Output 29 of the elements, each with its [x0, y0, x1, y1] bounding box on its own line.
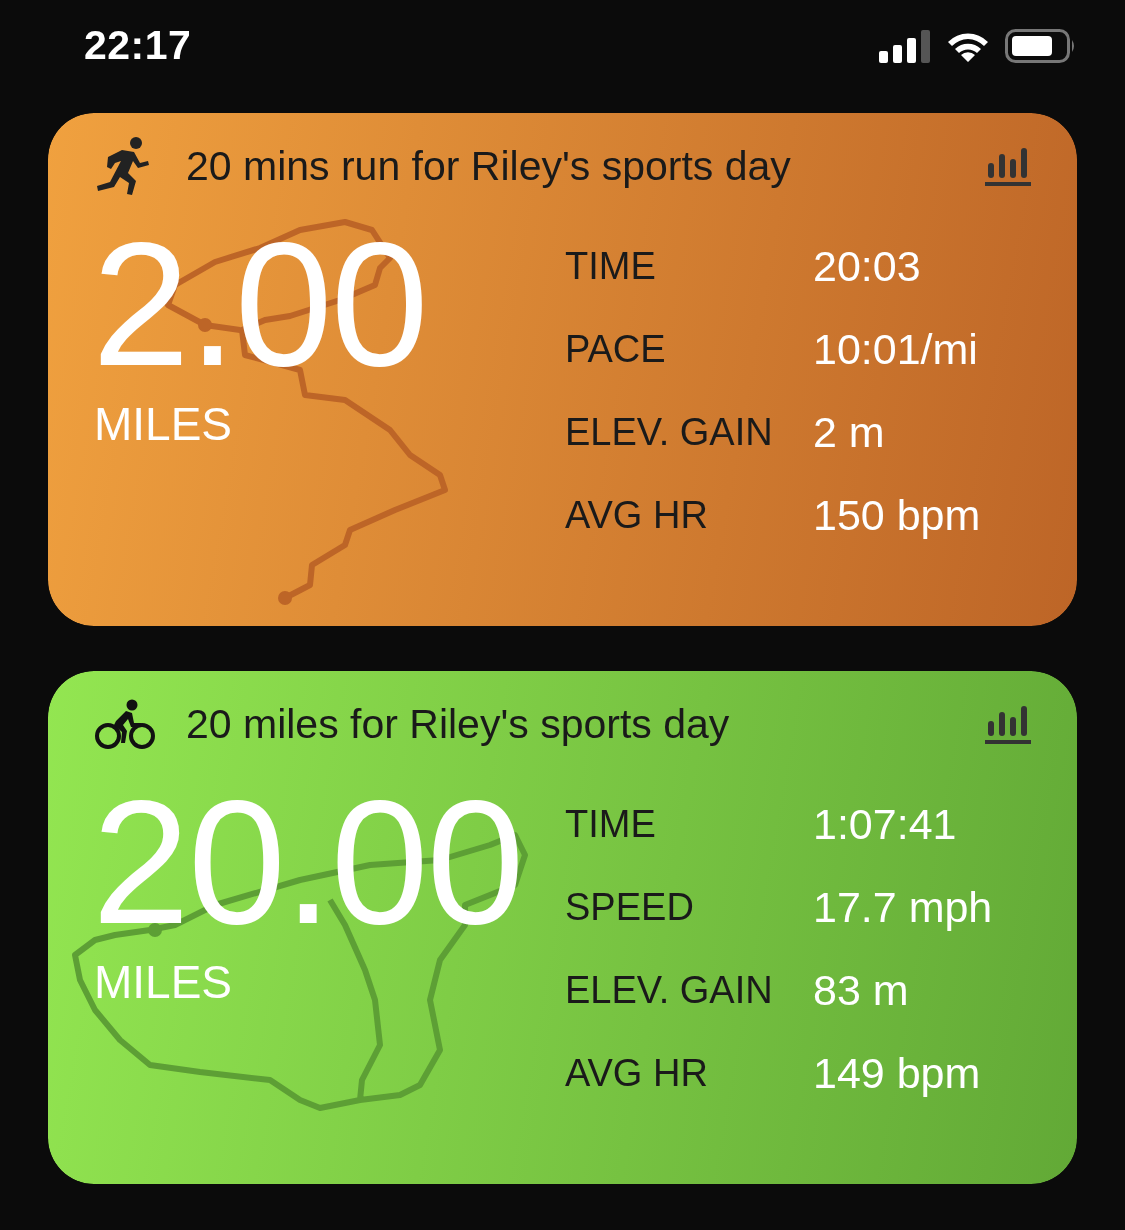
- workout-title: 20 miles for Riley's sports day: [186, 700, 731, 748]
- battery-icon: [1005, 28, 1077, 63]
- bar-chart-icon[interactable]: [983, 704, 1031, 744]
- stat-label: TIME: [565, 245, 657, 288]
- stat-value: 1:07:41: [813, 800, 958, 849]
- stat-label: AVG HR: [565, 1052, 709, 1095]
- stat-label: ELEV. GAIN: [565, 969, 774, 1012]
- clock: 22:17: [84, 22, 192, 69]
- distance-value: 20.00: [92, 787, 523, 937]
- stat-label: TIME: [565, 803, 657, 846]
- stat-value: 149 bpm: [813, 1049, 982, 1098]
- stat-label: AVG HR: [565, 494, 709, 537]
- distance-value: 2.00: [92, 229, 427, 379]
- runner-icon: [94, 135, 150, 197]
- stat-label: PACE: [565, 328, 667, 371]
- stat-value: 20:03: [813, 242, 922, 291]
- stat-label: SPEED: [565, 886, 695, 929]
- stat-value: 150 bpm: [813, 491, 981, 540]
- stat-value: 2 m: [813, 408, 886, 457]
- stat-value: 83 m: [813, 966, 910, 1015]
- distance-unit: MILES: [94, 397, 233, 451]
- distance-unit: MILES: [94, 955, 233, 1009]
- stat-value: 10:01/mi: [813, 325, 979, 374]
- signal-icon: [879, 28, 931, 63]
- bar-chart-icon[interactable]: [983, 146, 1031, 186]
- stat-label: ELEV. GAIN: [565, 411, 774, 454]
- workout-title: 20 mins run for Riley's sports day: [186, 142, 792, 190]
- stat-value: 17.7 mph: [813, 883, 993, 932]
- cyclist-icon: [94, 697, 156, 751]
